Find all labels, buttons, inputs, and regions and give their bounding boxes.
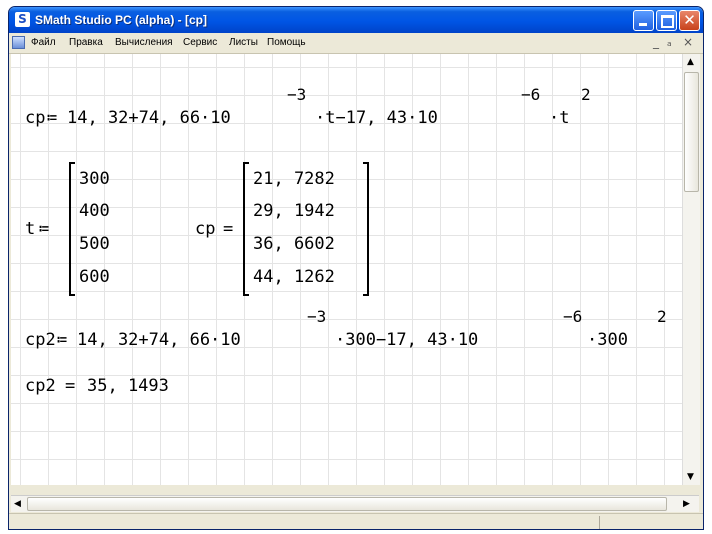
formula2-exp3: 2 bbox=[657, 307, 667, 326]
menu-sheets[interactable]: Листы bbox=[229, 37, 258, 49]
worksheet-canvas[interactable]: cp ≔ 14, 32+74, 66·10 −3 ·t−17, 43·10 −6… bbox=[11, 54, 682, 485]
formula2-assign: ≔ bbox=[57, 330, 68, 350]
horizontal-scrollbar[interactable]: ◀ ▶ bbox=[11, 495, 699, 512]
t-matrix-cell: 300 bbox=[79, 169, 110, 189]
cp-matrix-cell: 44, 1262 bbox=[253, 267, 335, 287]
t-assign: ≔ bbox=[39, 219, 50, 239]
menu-edit[interactable]: Правка bbox=[69, 37, 103, 49]
t-matrix-left-bracket bbox=[69, 162, 75, 296]
formula1-exp3: 2 bbox=[581, 85, 591, 104]
menu-file[interactable]: Файл bbox=[31, 37, 56, 49]
formula1-part3: ·t bbox=[549, 108, 570, 128]
smath-logo-icon: S bbox=[15, 12, 30, 27]
formula1-exp1: −3 bbox=[287, 85, 307, 104]
formula1-part2: ·t−17, 43·10 bbox=[315, 108, 438, 128]
vertical-scroll-thumb[interactable] bbox=[684, 72, 699, 192]
maximize-button[interactable] bbox=[656, 10, 677, 31]
mdi-close-button[interactable]: × bbox=[683, 36, 693, 48]
mdi-minimize-button[interactable]: _ bbox=[653, 36, 659, 48]
window-title: SMath Studio PC (alpha) - [cp] bbox=[35, 13, 207, 27]
cp-matrix-lhs: cp bbox=[195, 219, 216, 239]
cp-matrix-right-bracket bbox=[363, 162, 369, 296]
horizontal-scroll-thumb[interactable] bbox=[27, 497, 667, 511]
t-lhs: t bbox=[25, 219, 36, 239]
scroll-right-arrow-icon[interactable]: ▶ bbox=[683, 499, 690, 509]
document-icon[interactable] bbox=[12, 36, 25, 49]
formula2-exp1: −3 bbox=[307, 307, 327, 326]
close-button[interactable]: ✕ bbox=[679, 10, 700, 31]
menu-calculation[interactable]: Вычисления bbox=[115, 37, 173, 49]
mdi-restore-button[interactable]: ₐ bbox=[667, 36, 672, 48]
formula2-part2: ·300−17, 43·10 bbox=[335, 330, 479, 350]
formula2-part1: 14, 32+74, 66·10 bbox=[77, 330, 241, 350]
menu-help[interactable]: Помощь bbox=[267, 37, 306, 49]
status-bar bbox=[9, 513, 703, 529]
minimize-button[interactable] bbox=[633, 10, 654, 31]
formula1-lhs: cp bbox=[25, 108, 46, 128]
cp-matrix-equals: = bbox=[223, 219, 234, 239]
cp-matrix-left-bracket bbox=[243, 162, 249, 296]
formula1-exp2: −6 bbox=[521, 85, 541, 104]
formula2-part3: ·300 bbox=[587, 330, 628, 350]
title-bar[interactable]: S SMath Studio PC (alpha) - [cp] ✕ bbox=[9, 7, 703, 33]
formula2-lhs: cp2 bbox=[25, 330, 56, 350]
cp-matrix-cell: 29, 1942 bbox=[253, 201, 335, 221]
status-separator bbox=[599, 516, 600, 529]
t-matrix-cell: 400 bbox=[79, 201, 110, 221]
vertical-scrollbar[interactable]: ▲ ▼ bbox=[682, 54, 700, 485]
formula2-exp2: −6 bbox=[563, 307, 583, 326]
result-equals: = bbox=[65, 376, 76, 396]
scroll-left-arrow-icon[interactable]: ◀ bbox=[14, 499, 21, 509]
formula1-assign: ≔ bbox=[47, 108, 58, 128]
app-window: S SMath Studio PC (alpha) - [cp] ✕ Файл … bbox=[8, 6, 704, 530]
close-icon: ✕ bbox=[683, 11, 696, 29]
scroll-up-arrow-icon[interactable]: ▲ bbox=[687, 57, 694, 67]
menu-tools[interactable]: Сервис bbox=[183, 37, 217, 49]
cp-matrix-cell: 36, 6602 bbox=[253, 234, 335, 254]
scroll-down-arrow-icon[interactable]: ▼ bbox=[687, 472, 694, 482]
result-value: 35, 1493 bbox=[87, 376, 169, 396]
result-lhs: cp2 bbox=[25, 376, 56, 396]
t-matrix-cell: 600 bbox=[79, 267, 110, 287]
menu-bar: Файл Правка Вычисления Сервис Листы Помо… bbox=[9, 33, 703, 54]
formula1-part1: 14, 32+74, 66·10 bbox=[67, 108, 231, 128]
cp-matrix-cell: 21, 7282 bbox=[253, 169, 335, 189]
minimize-icon bbox=[639, 23, 647, 26]
maximize-icon bbox=[661, 15, 674, 28]
t-matrix-cell: 500 bbox=[79, 234, 110, 254]
